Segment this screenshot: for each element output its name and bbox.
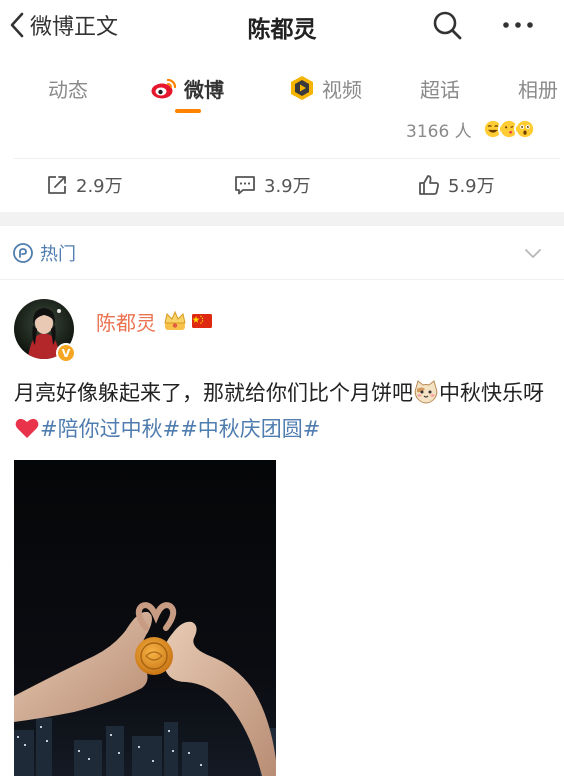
comment-button[interactable]: 3.9万	[234, 170, 311, 200]
tab-label: 超话	[420, 77, 460, 102]
comment-count: 3.9万	[264, 176, 311, 197]
surprised-face-icon	[513, 118, 536, 140]
post-text-second: 中秋快乐呀	[439, 381, 544, 405]
verified-badge: V	[56, 343, 76, 363]
top-navigation-bar: 微博正文 陈都灵	[0, 0, 564, 52]
post-text-main: 月亮好像躲起来了，那就给你们比个月饼吧	[14, 381, 413, 405]
hashtag-link[interactable]: #陪你过中秋#	[40, 417, 180, 441]
comment-icon	[235, 176, 255, 195]
video-icon	[291, 76, 313, 100]
repost-button[interactable]: 2.9万	[46, 170, 123, 200]
hot-filter[interactable]: 热门	[12, 240, 76, 266]
post-action-bar: 2.9万 3.9万 5.9万	[0, 160, 564, 210]
author[interactable]: 陈都灵	[96, 307, 212, 335]
hashtag-link[interactable]: #中秋庆团圆#	[180, 417, 320, 441]
tab-label: 动态	[48, 77, 88, 102]
like-count: 5.9万	[448, 176, 495, 197]
divider	[0, 279, 564, 280]
reaction-summary[interactable]: 3166 人	[406, 116, 536, 142]
crown-badge-icon	[164, 310, 186, 330]
like-button[interactable]: 5.9万	[418, 170, 495, 200]
tab-video[interactable]: 视频	[288, 70, 362, 106]
china-flag-icon	[192, 314, 212, 328]
post-text: 月亮好像躲起来了，那就给你们比个月饼吧 中秋快乐呀 #陪你过中秋##中秋庆团圆#	[14, 375, 554, 447]
tab-label: 相册	[518, 77, 558, 102]
hot-label: 热门	[40, 244, 76, 265]
tab-label: 视频	[322, 77, 362, 102]
active-tab-indicator	[175, 109, 201, 113]
hot-icon	[13, 243, 33, 263]
page-title: 陈都灵	[247, 17, 317, 43]
repost-count: 2.9万	[76, 176, 123, 197]
tab-super-topic[interactable]: 超话	[420, 70, 460, 106]
tab-label: 微博	[184, 77, 224, 102]
thumbs-up-icon	[419, 175, 439, 195]
tab-weibo[interactable]: 微博	[150, 70, 224, 106]
hot-section-header: 热门	[0, 228, 564, 278]
weibo-logo-icon	[151, 78, 177, 99]
profile-tabs: 动态 微博 视频 超话 相册	[0, 60, 564, 116]
red-heart-icon	[15, 418, 39, 438]
post-photo[interactable]	[14, 460, 276, 776]
reaction-count: 3166 人	[406, 121, 472, 142]
cat-face-emoji-icon	[414, 380, 438, 404]
chevron-down-icon[interactable]	[522, 242, 544, 264]
repost-icon	[48, 176, 66, 194]
divider	[14, 158, 560, 159]
reaction-emojis	[481, 118, 536, 140]
tab-album[interactable]: 相册	[518, 70, 558, 106]
tab-dynamic[interactable]: 动态	[48, 70, 88, 106]
section-gap	[0, 212, 564, 226]
search-icon[interactable]	[430, 8, 464, 42]
author-name: 陈都灵	[96, 310, 156, 335]
more-dots-icon[interactable]	[498, 8, 538, 42]
